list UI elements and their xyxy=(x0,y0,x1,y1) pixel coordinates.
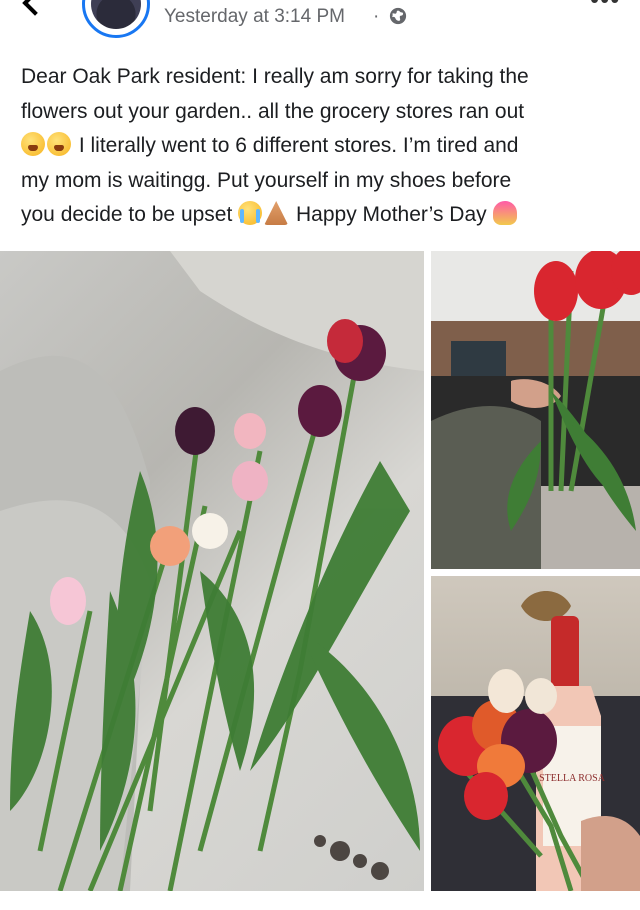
post-text-line: my mom is waitingg. Put yourself in my s… xyxy=(21,168,512,192)
post-text-line: Dear Oak Park resident: I really am sorr… xyxy=(21,65,529,88)
timestamp-separator: · xyxy=(373,6,380,27)
photo-bottom-right[interactable]: STELLA ROSA xyxy=(431,576,640,891)
weary-face-emoji-icon xyxy=(21,132,45,156)
post-text-line-with-emoji: you decide to be upset Happy Mother’s Da… xyxy=(21,198,633,233)
bottle-label-text: STELLA ROSA xyxy=(539,773,606,784)
tulips-on-car-seat-illustration xyxy=(0,251,424,891)
post-text-line: I literally went to 6 different stores. … xyxy=(73,134,519,157)
avatar-image: ✦ xyxy=(91,0,141,29)
avatar-logo-text: ✦ xyxy=(91,0,141,1)
weary-face-emoji-icon xyxy=(47,132,71,156)
post-text-line: flowers out your garden.. all the grocer… xyxy=(21,99,525,123)
post-text-line: Happy Mother’s Day xyxy=(290,203,487,226)
post-bottom-spacer xyxy=(0,891,640,910)
tulips-with-wine-bottle-illustration: STELLA ROSA xyxy=(431,591,640,891)
heart-emoji-icon xyxy=(492,201,517,225)
avatar[interactable]: ✦ xyxy=(82,0,150,38)
photo-main[interactable] xyxy=(0,251,424,891)
more-options-icon[interactable]: ••• xyxy=(590,0,620,15)
post-text-line-with-emoji: I literally went to 6 different stores. … xyxy=(21,129,633,164)
crying-face-emoji-icon xyxy=(238,201,263,225)
post-text: Dear Oak Park resident: I really am sorr… xyxy=(21,60,633,233)
photo-grid: STELLA ROSA xyxy=(0,251,640,891)
photo-top-right[interactable] xyxy=(431,251,640,569)
post-text-line: you decide to be upset xyxy=(21,203,233,226)
hand-holding-tulips-illustration xyxy=(431,251,640,569)
globe-icon xyxy=(389,7,407,25)
back-chevron-icon[interactable] xyxy=(22,0,48,16)
folded-hands-emoji-icon xyxy=(264,201,289,225)
post-header: ✦ Yesterday at 3:14 PM · ••• xyxy=(0,0,640,44)
post-timestamp[interactable]: Yesterday at 3:14 PM xyxy=(164,6,345,28)
